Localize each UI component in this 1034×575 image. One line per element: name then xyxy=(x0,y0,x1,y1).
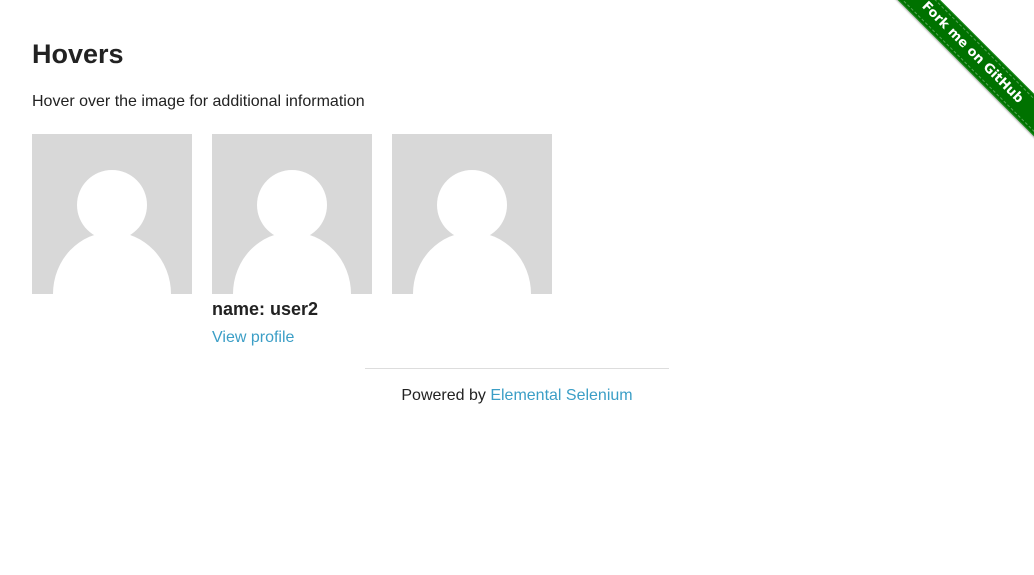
github-ribbon-container: Fork me on GitHub xyxy=(885,0,1034,149)
user-avatar-icon[interactable] xyxy=(212,134,372,294)
user-avatar-icon[interactable] xyxy=(392,134,552,294)
footer-divider xyxy=(365,368,669,369)
user-figure-2[interactable]: name: user2 View profile xyxy=(212,134,372,346)
user-name: name: user2 xyxy=(212,299,319,319)
user-figure-caption: name: user2 View profile xyxy=(212,298,318,348)
view-profile-link[interactable]: View profile xyxy=(212,328,294,348)
user-figure-1[interactable] xyxy=(32,134,192,294)
page-footer: Powered by Elemental Selenium xyxy=(0,386,1034,406)
elemental-selenium-link[interactable]: Elemental Selenium xyxy=(490,387,632,404)
page-subtitle: Hover over the image for additional info… xyxy=(32,93,365,110)
page-title: Hovers xyxy=(32,39,124,69)
page: Hovers Hover over the image for addition… xyxy=(0,0,1034,575)
footer-powered-by: Powered by xyxy=(401,387,491,404)
user-avatar-icon[interactable] xyxy=(32,134,192,294)
user-figure-3[interactable] xyxy=(392,134,552,294)
fork-me-on-github-ribbon[interactable]: Fork me on GitHub xyxy=(885,0,1034,142)
